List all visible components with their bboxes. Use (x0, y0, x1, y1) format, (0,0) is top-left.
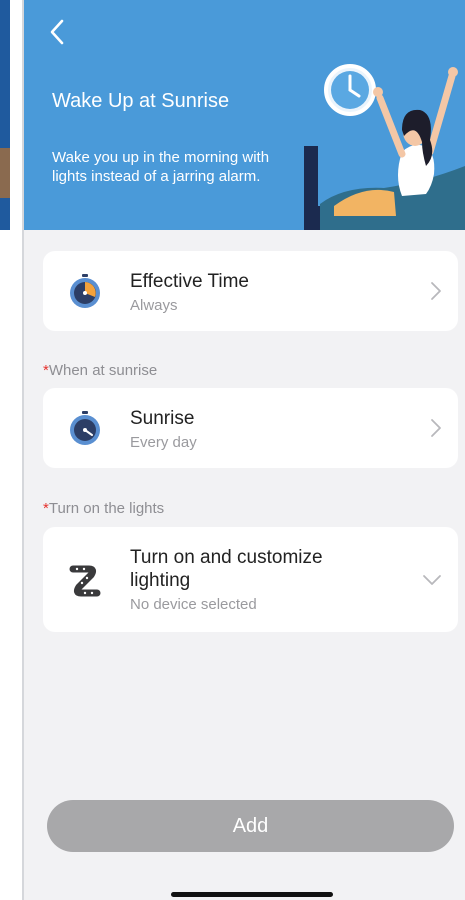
previous-screen-edge (0, 0, 10, 230)
section-when-label: *When at sunrise (43, 362, 157, 379)
wake-up-scene-screen: Wake Up at Sunrise Wake you up in the mo… (24, 0, 465, 900)
lights-card[interactable]: Turn on and customize lighting No device… (43, 527, 458, 632)
lights-title: Turn on and customize lighting (130, 547, 323, 591)
add-button[interactable]: Add (47, 800, 454, 852)
sunrise-timer-icon (70, 411, 100, 445)
effective-time-value: Always (130, 297, 178, 314)
sunrise-value: Every day (130, 434, 197, 451)
timer-icon (70, 274, 100, 308)
chevron-right-icon (431, 419, 441, 437)
section-lights-text: Turn on the lights (48, 500, 165, 517)
section-lights-label: *Turn on the lights (43, 500, 164, 517)
effective-time-card[interactable]: Effective Time Always (43, 251, 458, 331)
lights-value: No device selected (130, 596, 257, 613)
effective-time-title: Effective Time (130, 271, 249, 292)
home-indicator (171, 892, 333, 897)
back-chevron-icon (50, 19, 64, 45)
wake-up-illustration (304, 64, 465, 230)
back-button[interactable] (42, 16, 72, 48)
chevron-down-icon[interactable] (422, 574, 442, 586)
hero-banner: Wake Up at Sunrise Wake you up in the mo… (24, 0, 465, 230)
light-strip-icon (69, 565, 101, 597)
sunrise-title: Sunrise (130, 408, 195, 429)
page-description: Wake you up in the morning with lights i… (52, 149, 270, 185)
section-when-text: When at sunrise (48, 362, 158, 379)
sunrise-card[interactable]: Sunrise Every day (43, 388, 458, 468)
page-title: Wake Up at Sunrise (52, 90, 230, 112)
chevron-right-icon (431, 282, 441, 300)
